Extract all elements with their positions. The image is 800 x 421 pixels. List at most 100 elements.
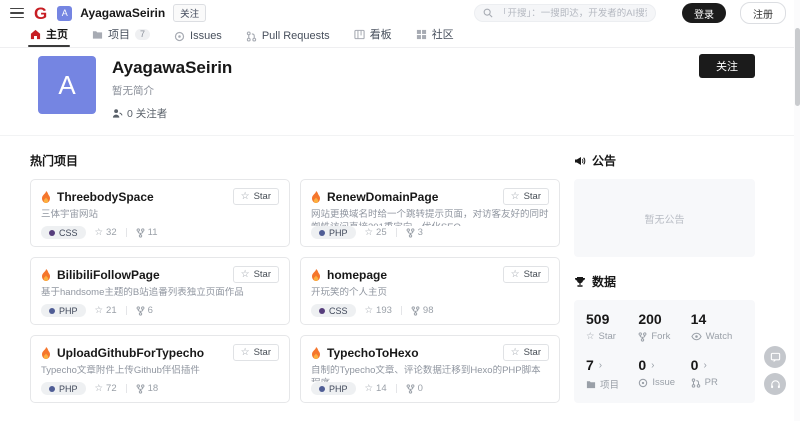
project-name[interactable]: TypechoToHexo bbox=[327, 346, 497, 360]
star-button[interactable]: ☆ Star bbox=[503, 344, 549, 361]
stat-fork: 200 Fork bbox=[638, 311, 690, 342]
star-outline-icon: ☆ bbox=[511, 348, 520, 358]
project-description: 三体宇宙网站 bbox=[41, 209, 279, 226]
fork-count[interactable]: 11 bbox=[136, 227, 158, 238]
user-avatar-small[interactable]: A bbox=[57, 6, 72, 21]
page-scrollbar[interactable] bbox=[794, 0, 800, 421]
announcement-empty-text: 暂无公告 bbox=[645, 211, 685, 226]
scrollbar-thumb[interactable] bbox=[795, 28, 800, 106]
fork-count[interactable]: 6 bbox=[136, 305, 153, 316]
project-name[interactable]: UploadGithubForTypecho bbox=[57, 346, 227, 360]
tab-issues[interactable]: Issues bbox=[174, 30, 222, 47]
project-description: Typecho文章附件上传Github伴侣插件 bbox=[41, 365, 279, 382]
follow-button[interactable]: 关注 bbox=[699, 54, 755, 78]
star-outline-icon: ☆ bbox=[365, 305, 374, 316]
fork-icon bbox=[136, 384, 145, 394]
support-float-button[interactable] bbox=[764, 373, 786, 395]
stat-prs[interactable]: 0 › PR bbox=[691, 357, 743, 391]
megaphone-icon bbox=[574, 155, 586, 167]
user-avatar-large: A bbox=[38, 56, 96, 114]
star-button[interactable]: ☆ Star bbox=[233, 188, 279, 205]
project-meta: PHP ☆ 14 0 bbox=[311, 382, 549, 395]
search-input[interactable] bbox=[498, 8, 647, 19]
stat-watch: 14 Watch bbox=[691, 311, 743, 342]
language-dot bbox=[319, 230, 325, 236]
tab-pull-requests[interactable]: Pull Requests bbox=[246, 30, 330, 47]
language-dot bbox=[49, 308, 55, 314]
language-pill: PHP bbox=[311, 226, 356, 239]
project-name[interactable]: homepage bbox=[327, 268, 497, 282]
star-outline-icon: ☆ bbox=[365, 227, 374, 238]
top-bar: G A AyagawaSeirin 关注 登录 注册 bbox=[0, 0, 800, 26]
fork-count[interactable]: 18 bbox=[136, 383, 159, 394]
language-dot bbox=[319, 308, 325, 314]
stat-issues[interactable]: 0 › Issue bbox=[638, 357, 690, 391]
stat-projects[interactable]: 7 › 项目 bbox=[586, 357, 638, 391]
profile-tabs: 主页 项目 7 Issues Pull Requests 看板 社区 bbox=[0, 26, 800, 48]
project-description: 网站更换域名时给一个跳转提示页面，对访客友好的同时蜘蛛访问直接301重定向，优化… bbox=[311, 209, 549, 226]
tab-community[interactable]: 社区 bbox=[416, 26, 454, 47]
followers-count: 0 关注者 bbox=[127, 106, 167, 121]
star-count[interactable]: ☆ 25 bbox=[365, 227, 387, 238]
star-outline-icon: ☆ bbox=[241, 348, 250, 358]
fork-icon bbox=[411, 306, 420, 316]
star-count[interactable]: ☆ 32 bbox=[95, 227, 117, 238]
language-pill: PHP bbox=[311, 382, 356, 395]
language-pill: PHP bbox=[41, 304, 86, 317]
trophy-icon bbox=[574, 276, 586, 288]
star-count[interactable]: ☆ 14 bbox=[365, 383, 387, 394]
hot-flame-icon bbox=[311, 269, 321, 281]
star-count[interactable]: ☆ 21 bbox=[95, 305, 117, 316]
fork-count[interactable]: 0 bbox=[406, 383, 423, 394]
project-name[interactable]: RenewDomainPage bbox=[327, 190, 497, 204]
project-card: UploadGithubForTypecho ☆ Star Typecho文章附… bbox=[30, 335, 290, 403]
folder-icon bbox=[92, 29, 103, 40]
login-button[interactable]: 登录 bbox=[682, 3, 726, 23]
project-description: 基于handsome主题的B站追番列表独立页面作品 bbox=[41, 287, 279, 304]
menu-icon[interactable] bbox=[10, 8, 24, 19]
fork-icon bbox=[136, 306, 145, 316]
star-button[interactable]: ☆ Star bbox=[233, 266, 279, 283]
project-description: 自制的Typecho文章、评论数据迁移到Hexo的PHP脚本程序 bbox=[311, 365, 549, 382]
register-button[interactable]: 注册 bbox=[740, 2, 786, 24]
language-pill: PHP bbox=[41, 382, 86, 395]
star-count[interactable]: ☆ 193 bbox=[365, 305, 392, 316]
search-box[interactable] bbox=[474, 4, 656, 22]
project-meta: CSS ☆ 32 1 bbox=[41, 226, 279, 239]
tab-home[interactable]: 主页 bbox=[30, 26, 68, 47]
project-name[interactable]: ThreebodySpace bbox=[57, 190, 227, 204]
project-meta: CSS ☆ 193 bbox=[311, 304, 549, 317]
star-count[interactable]: ☆ 72 bbox=[95, 383, 117, 394]
project-name[interactable]: BilibiliFollowPage bbox=[57, 268, 227, 282]
announcement-section-title: 公告 bbox=[574, 152, 755, 169]
project-card: BilibiliFollowPage ☆ Star 基于handsome主题的B… bbox=[30, 257, 290, 325]
feedback-float-button[interactable] bbox=[764, 346, 786, 368]
profile-name: AyagawaSeirin bbox=[112, 58, 232, 78]
fork-icon bbox=[136, 228, 145, 238]
chevron-right-icon[interactable]: › bbox=[599, 360, 602, 371]
project-meta: PHP ☆ 72 1 bbox=[41, 382, 279, 395]
project-card: TypechoToHexo ☆ Star 自制的Typecho文章、评论数据迁移… bbox=[300, 335, 560, 403]
star-outline-icon: ☆ bbox=[511, 270, 520, 280]
fork-icon bbox=[406, 384, 415, 394]
star-outline-icon: ☆ bbox=[95, 305, 104, 316]
fork-count[interactable]: 98 bbox=[411, 305, 434, 316]
tab-projects[interactable]: 项目 7 bbox=[92, 26, 150, 47]
headset-icon bbox=[770, 379, 781, 390]
star-button[interactable]: ☆ Star bbox=[233, 344, 279, 361]
chevron-right-icon[interactable]: › bbox=[651, 360, 654, 371]
header-username[interactable]: AyagawaSeirin bbox=[80, 6, 165, 20]
header-follow-chip[interactable]: 关注 bbox=[173, 4, 206, 22]
tab-board[interactable]: 看板 bbox=[354, 26, 392, 47]
chevron-right-icon[interactable]: › bbox=[703, 360, 706, 371]
folder-icon bbox=[586, 380, 596, 389]
fork-icon bbox=[406, 228, 415, 238]
gitee-logo[interactable]: G bbox=[34, 5, 47, 22]
project-meta: PHP ☆ 21 6 bbox=[41, 304, 279, 317]
main-content: 热门项目 ThreebodySpace ☆ Star 三体宇宙网站 bbox=[0, 135, 800, 421]
star-button[interactable]: ☆ Star bbox=[503, 266, 549, 283]
star-button[interactable]: ☆ Star bbox=[503, 188, 549, 205]
fork-count[interactable]: 3 bbox=[406, 227, 423, 238]
followers-row[interactable]: 0 关注者 bbox=[112, 106, 232, 121]
project-description: 开玩笑的个人主页 bbox=[311, 287, 549, 304]
